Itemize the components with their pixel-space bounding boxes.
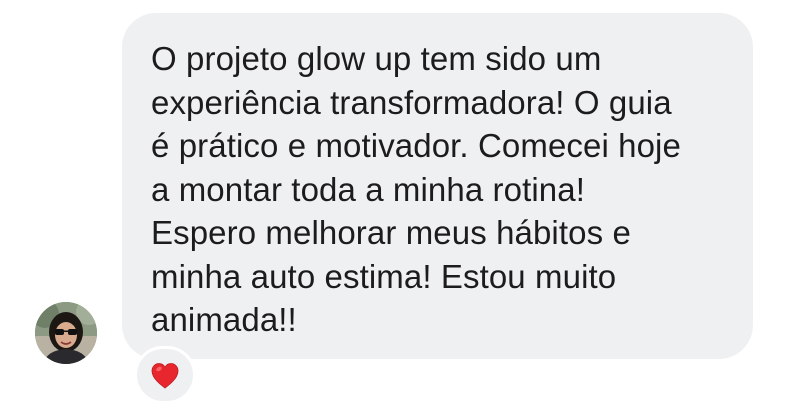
message-row: O projeto glow up tem sido um experiênci…	[0, 0, 799, 411]
heart-icon	[151, 362, 179, 389]
message-text: O projeto glow up tem sido um experiênci…	[151, 40, 681, 338]
avatar-photo	[35, 302, 97, 364]
message-bubble[interactable]: O projeto glow up tem sido um experiênci…	[122, 13, 753, 359]
reaction-badge[interactable]	[134, 346, 196, 404]
avatar[interactable]	[35, 302, 97, 364]
